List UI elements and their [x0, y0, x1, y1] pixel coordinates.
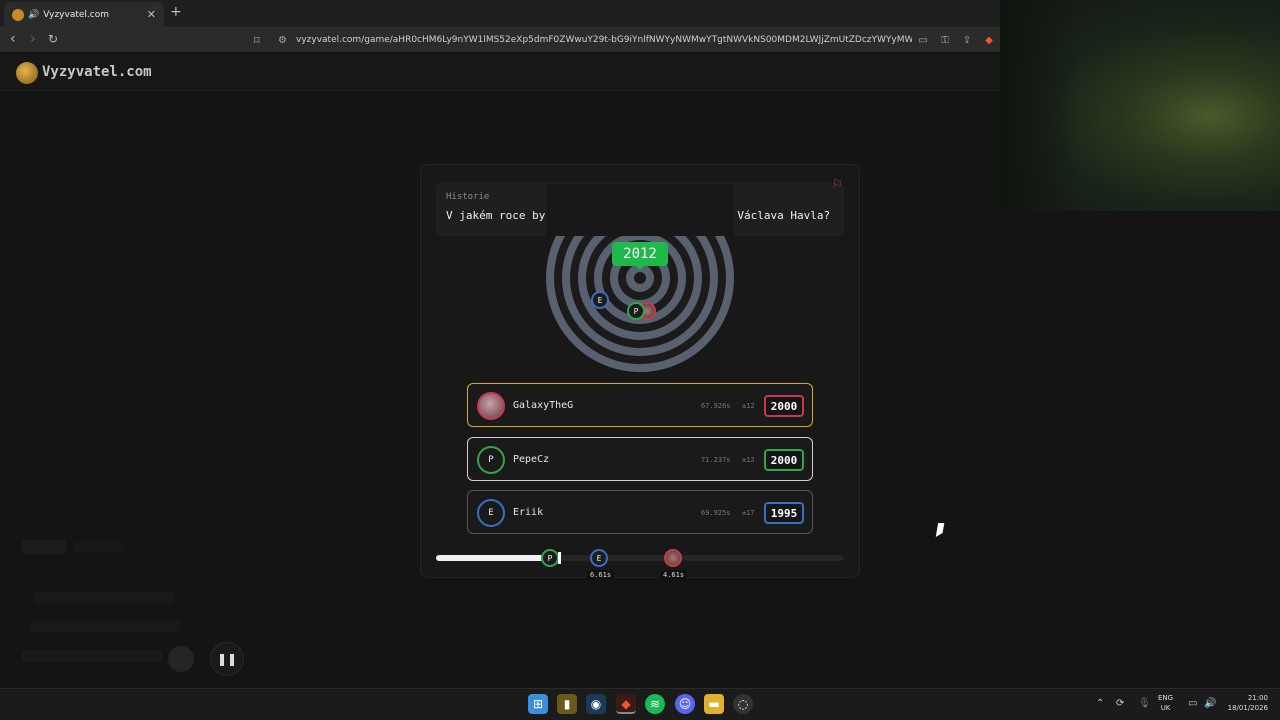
steam-icon[interactable]: ◉: [586, 694, 606, 714]
player-score: 1995: [764, 502, 804, 524]
player-diff: ±12: [742, 456, 755, 464]
tab-title: Vyzyvatel.com: [43, 9, 110, 20]
player-score: 2000: [764, 395, 804, 417]
mouse-cursor-icon: [935, 523, 945, 537]
player-avatar: P: [477, 446, 505, 474]
player-score: 2000: [764, 449, 804, 471]
clock[interactable]: 21:00 18/01/2026: [1222, 693, 1268, 713]
timeline-label: 4.61s: [660, 570, 688, 580]
cast-icon[interactable]: ▭: [912, 35, 934, 46]
ghost-block: [34, 592, 174, 604]
timeline-marker-erik: E: [590, 549, 608, 567]
player-name: GalaxyTheG: [513, 400, 574, 411]
ghost-block: [22, 540, 66, 554]
language-code: ENG: [1158, 694, 1174, 702]
pause-icon: ❚❚: [216, 652, 238, 666]
app-icon[interactable]: ▮: [557, 694, 577, 714]
site-brand[interactable]: Vyzyvatel.com: [42, 64, 152, 80]
timeline-cursor: [558, 552, 561, 564]
question-category: Historie: [446, 192, 490, 202]
share-icon[interactable]: ⇪: [956, 35, 978, 46]
player-avatar: [477, 392, 505, 420]
windows-taskbar: [0, 688, 1280, 720]
timeline-label: 6.61s: [587, 570, 615, 580]
forward-icon[interactable]: ›: [30, 31, 36, 47]
ghost-block: [22, 650, 162, 662]
brave-browser-icon[interactable]: ◆: [616, 694, 636, 714]
player-time: 69.925s: [701, 509, 731, 517]
player-time: 67.926s: [701, 402, 731, 410]
spotify-icon[interactable]: ≋: [645, 694, 665, 714]
pause-button[interactable]: ❚❚: [210, 642, 244, 676]
webcam-shade: [1000, 0, 1080, 211]
volume-icon[interactable]: 🔊: [1204, 698, 1216, 709]
start-icon[interactable]: ⊞: [528, 694, 548, 714]
speaker-icon[interactable]: 🔊: [28, 10, 39, 20]
answer-target: [546, 184, 734, 372]
language-region: UK: [1160, 704, 1171, 712]
file-explorer-icon[interactable]: ▬: [704, 694, 724, 714]
player-name: PepeCz: [513, 454, 550, 465]
browser-tab[interactable]: 🔊 Vyzyvatel.com ✕: [4, 2, 164, 27]
app-icon[interactable]: ◌: [733, 694, 753, 714]
guess-marker-erik: E: [591, 291, 609, 309]
answer-pointer: [634, 264, 646, 270]
clock-date: 18/01/2026: [1227, 704, 1268, 712]
new-tab-button[interactable]: +: [170, 4, 182, 20]
player-name: Eriik: [513, 507, 544, 518]
password-key-icon[interactable]: ⚿: [934, 35, 956, 46]
guess-marker-pepe: P: [627, 302, 645, 320]
bookmark-icon[interactable]: ⌑: [254, 34, 278, 47]
tray-overflow-icon[interactable]: ⌃: [1096, 698, 1104, 709]
discord-icon[interactable]: ☺: [675, 694, 695, 714]
site-settings-icon[interactable]: ⚙: [278, 35, 296, 46]
site-favicon-icon: [12, 8, 24, 21]
player-avatar: E: [477, 499, 505, 527]
microphone-icon[interactable]: 🎙: [1138, 698, 1151, 709]
timeline-marker-galaxy: [664, 549, 682, 567]
ghost-block: [74, 542, 124, 552]
tab-close-icon[interactable]: ✕: [147, 8, 156, 21]
brave-shield-icon[interactable]: ◆: [978, 35, 1000, 46]
url-text[interactable]: vyzyvatel.com/game/aHR0cHM6Ly9nYW1lMS52e…: [296, 35, 912, 45]
correct-answer-badge: 2012: [612, 242, 668, 266]
clock-time: 21:00: [1247, 694, 1268, 702]
address-bar[interactable]: ⌑ ⚙ vyzyvatel.com/game/aHR0cHM6Ly9nYW1lM…: [254, 30, 1000, 50]
player-diff: ±17: [742, 509, 755, 517]
ghost-block: [30, 620, 180, 632]
report-flag-icon[interactable]: ⚐: [832, 177, 843, 191]
network-icon[interactable]: ▭: [1188, 698, 1197, 709]
back-icon[interactable]: ‹: [10, 31, 16, 47]
player-time: 71.237s: [701, 456, 731, 464]
reload-icon[interactable]: ↻: [48, 32, 58, 46]
timeline-marker-pepe: P: [541, 549, 559, 567]
ghost-avatar: [168, 646, 194, 672]
language-indicator[interactable]: ENG UK: [1158, 693, 1173, 713]
player-diff: ±12: [742, 402, 755, 410]
sync-icon[interactable]: ⟳: [1116, 698, 1124, 709]
site-logo-icon[interactable]: [16, 62, 38, 84]
